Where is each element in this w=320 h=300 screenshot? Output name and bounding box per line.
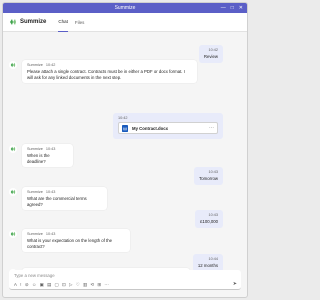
message-time: 10:43: [208, 213, 218, 217]
gif-icon[interactable]: ▣: [40, 282, 44, 287]
sticker-icon[interactable]: ▤: [47, 282, 51, 287]
message-text: What is your expectation on the length o…: [27, 238, 113, 249]
message-bubble: Summize 10:42 Please attach a single cont…: [22, 60, 197, 84]
bot-avatar-icon: [9, 61, 17, 69]
outgoing-message: 10:44 12 months: [192, 254, 223, 272]
outgoing-file-message: 10:42 W My Contract.docx ⋯: [113, 113, 223, 139]
close-button[interactable]: ✕: [239, 5, 243, 11]
message-text: Tomorrow: [199, 176, 218, 181]
poll-icon[interactable]: ▥: [83, 282, 87, 287]
message-time: 10:42: [118, 116, 128, 120]
maximize-button[interactable]: □: [231, 5, 234, 11]
message-time: 10:42: [208, 48, 218, 52]
sender-name: Summize: [27, 63, 43, 67]
message-time: 10:42: [45, 63, 56, 67]
composer-toolbar: A ! ⊘ ☺ ▣ ▤ ▢ ⊡ ▷ ♡ ▥ ⟲ ⊞ ⋯: [14, 282, 109, 287]
tab-bar: Chat Files: [58, 13, 91, 32]
incoming-message: Summize 10:43 When is the deadline?: [9, 144, 73, 168]
message-time: 10:43: [45, 147, 56, 151]
more-icon[interactable]: ⋯: [104, 282, 108, 287]
outgoing-message: 10:43 £100,000: [195, 210, 223, 228]
minimize-button[interactable]: —: [221, 5, 226, 11]
more-options-icon[interactable]: ⋯: [209, 125, 214, 131]
message-text: Please attach a single contract. Contrac…: [27, 69, 185, 80]
message-input[interactable]: Type a new message: [14, 273, 55, 278]
attach-icon[interactable]: ⊘: [25, 282, 29, 287]
bot-avatar-icon: [9, 145, 17, 153]
chat-header: Summize Chat Files: [3, 13, 247, 32]
message-composer[interactable]: Type a new message A ! ⊘ ☺ ▣ ▤ ▢ ⊡ ▷ ♡ ▥…: [9, 270, 241, 290]
word-document-icon: W: [122, 124, 128, 132]
outgoing-message: 10:43 Tomorrow: [194, 167, 223, 185]
message-time: 10:43: [45, 190, 56, 194]
file-name: My Contract.docx: [132, 125, 169, 131]
outgoing-message: 10:42 Review: [198, 45, 223, 63]
message-time: 10:43: [208, 170, 218, 174]
title-bar: Summize — □ ✕: [3, 3, 247, 13]
file-attachment-card[interactable]: W My Contract.docx ⋯: [118, 122, 218, 134]
message-bubble: Summize 10:43 When is the deadline?: [22, 144, 73, 168]
summize-logo-icon: [9, 18, 17, 26]
sender-name: Summize: [27, 232, 43, 236]
message-bubble: Summize 10:43 What are the commercial ter…: [22, 187, 107, 211]
bot-avatar-icon: [9, 188, 17, 196]
message-text: What are the commercial terms agreed?: [27, 196, 87, 207]
loop-icon[interactable]: ⟲: [90, 282, 94, 287]
message-text: Review: [203, 54, 218, 59]
message-text: £100,000: [200, 219, 218, 224]
sender-name: Summize: [27, 147, 43, 151]
send-icon[interactable]: ➤: [233, 281, 237, 287]
important-icon[interactable]: !: [20, 282, 21, 287]
praise-icon[interactable]: ♡: [76, 282, 80, 287]
stream-icon[interactable]: ▷: [69, 282, 72, 287]
schedule-icon[interactable]: ⊡: [62, 282, 66, 287]
emoji-icon[interactable]: ☺: [32, 282, 36, 287]
format-icon[interactable]: A: [14, 282, 17, 287]
incoming-message: Summize 10:43 What is your expectation on…: [9, 229, 130, 253]
tab-files[interactable]: Files: [75, 13, 85, 32]
window-title: Summize: [114, 5, 136, 11]
app-name: Summize: [20, 19, 47, 25]
window-controls: — □ ✕: [221, 5, 243, 11]
apps-icon[interactable]: ⊞: [97, 282, 101, 287]
chat-thread: 10:42 Review Summize 10:42 Please attach …: [3, 32, 247, 290]
meet-icon[interactable]: ▢: [55, 282, 59, 287]
message-bubble: Summize 10:43 What is your expectation on…: [22, 229, 130, 253]
app-window: Summize — □ ✕ Summize Chat Files 10:42 R…: [2, 2, 248, 298]
message-time: 10:43: [45, 232, 56, 236]
incoming-message: Summize 10:43 What are the commercial ter…: [9, 187, 107, 211]
message-time: 10:44: [208, 257, 218, 261]
message-text: When is the deadline?: [27, 153, 50, 164]
message-text: 12 months: [197, 263, 218, 268]
bot-avatar-icon: [9, 230, 17, 238]
tab-chat[interactable]: Chat: [58, 13, 68, 32]
sender-name: Summize: [27, 190, 43, 194]
incoming-message: Summize 10:42 Please attach a single cont…: [9, 60, 197, 84]
